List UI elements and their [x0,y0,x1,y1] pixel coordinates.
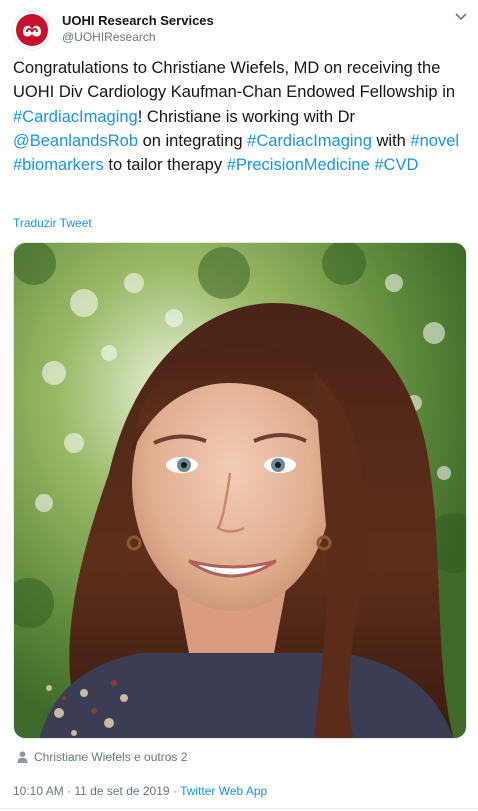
hashtag-link[interactable]: #biomarkers [13,156,104,174]
tweet-text-segment: with [371,131,411,150]
display-name[interactable]: UOHI Research Services [62,12,214,29]
uohi-logo-icon [16,14,48,46]
hashtag-link[interactable]: #CardiacImaging [247,132,372,150]
meta-separator: · [67,784,72,798]
divider [0,808,478,809]
hashtag-link[interactable]: #CardiacImaging [13,108,138,126]
chevron-down-icon [455,13,467,21]
tweet-text: Congratulations to Christiane Wiefels, M… [13,56,468,177]
tweet-metadata: 10:10 AM · 11 de set de 2019 · Twitter W… [13,784,267,798]
hashtag-link[interactable]: #PrecisionMedicine [227,156,370,174]
tweet-text-segment: ! Christiane is working with Dr [137,107,356,126]
hashtag-link[interactable]: #novel [410,132,459,150]
tweet-photo[interactable] [13,242,467,739]
tweet-date[interactable]: 11 de set de 2019 [74,784,169,798]
tweet-text-segment: Congratulations to Christiane Wiefels, M… [13,59,456,102]
tweet-time[interactable]: 10:10 AM [13,784,64,798]
tweet-source-link[interactable]: Twitter Web App [180,784,267,798]
tagged-users-label[interactable]: Christiane Wiefels e outros 2 [34,750,187,764]
user-handle[interactable]: @UOHIResearch [62,29,214,45]
person-icon [17,751,28,763]
tagged-users-link[interactable]: Christiane Wiefels e outros 2 [17,750,187,764]
translate-tweet-link[interactable]: Traduzir Tweet [13,216,92,230]
tweet-header: UOHI Research Services @UOHIResearch [12,10,468,50]
meta-separator-2: · [172,784,177,798]
mention-link[interactable]: @BeanlandsRob [13,132,138,150]
author-name-block[interactable]: UOHI Research Services @UOHIResearch [62,12,214,45]
hashtag-link[interactable]: #CVD [374,156,418,174]
tweet-menu-caret[interactable] [454,10,468,24]
avatar[interactable] [12,10,52,50]
tweet-text-segment: to tailor therapy [103,156,227,175]
tweet-text-segment: on integrating [138,131,248,150]
